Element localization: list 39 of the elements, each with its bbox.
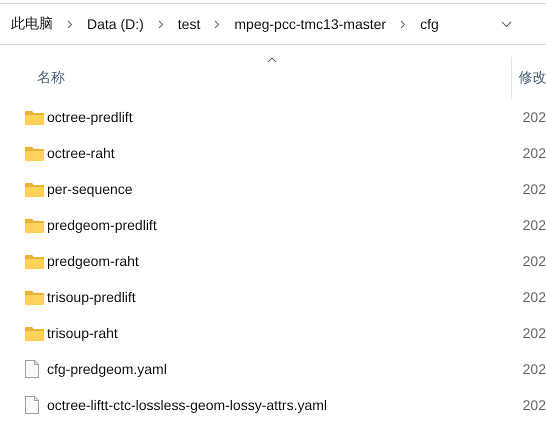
column-header[interactable]: 修改 xyxy=(518,69,546,87)
modified-date: 202 xyxy=(522,181,546,197)
breadcrumb-item[interactable]: cfg xyxy=(420,16,439,32)
file-name[interactable]: cfg-predgeom.yaml xyxy=(46,361,523,377)
chevron-icon xyxy=(67,20,73,28)
folder-icon xyxy=(25,290,44,304)
folder-icon xyxy=(25,254,44,268)
folder-name[interactable]: octree-predlift xyxy=(46,109,523,125)
file-icon xyxy=(25,396,39,414)
folder-icon xyxy=(25,110,44,124)
modified-date: 202 xyxy=(522,325,546,341)
modified-date: 202 xyxy=(522,253,546,269)
modified-date: 202 xyxy=(522,289,546,305)
dropdown-chevron-icon[interactable] xyxy=(501,20,512,28)
folder-icon xyxy=(25,218,44,232)
chevron-icon xyxy=(158,20,164,28)
folder-name[interactable]: predgeom-predlift xyxy=(46,217,523,233)
modified-date: 202 xyxy=(522,397,546,413)
modified-date: 202 xyxy=(522,361,546,377)
modified-date: 202 xyxy=(522,145,546,161)
breadcrumb-item[interactable]: 此电脑 xyxy=(11,15,53,33)
folder-name[interactable]: predgeom-raht xyxy=(46,253,523,269)
folder-icon xyxy=(25,146,44,160)
modified-date: 202 xyxy=(522,217,546,233)
chevron-icon xyxy=(400,20,406,28)
breadcrumb-item[interactable]: test xyxy=(178,16,200,32)
folder-icon xyxy=(25,326,44,340)
file-name[interactable]: octree-liftt-ctc-lossless-geom-lossy-attrs.yaml xyxy=(46,397,523,413)
folder-name[interactable]: per-sequence xyxy=(46,181,523,197)
modified-date: 202 xyxy=(522,109,546,125)
folder-icon xyxy=(25,182,44,196)
column-header[interactable]: 名称 xyxy=(37,69,65,87)
folder-name[interactable]: trisoup-predlift xyxy=(46,289,523,305)
breadcrumb-item[interactable]: mpeg-pcc-tmc13-master xyxy=(234,16,386,32)
chevron-icon xyxy=(214,20,220,28)
folder-name[interactable]: octree-raht xyxy=(46,145,523,161)
breadcrumb-item[interactable]: Data (D:) xyxy=(87,16,144,32)
file-icon xyxy=(25,360,39,378)
folder-name[interactable]: trisoup-raht xyxy=(46,325,523,341)
